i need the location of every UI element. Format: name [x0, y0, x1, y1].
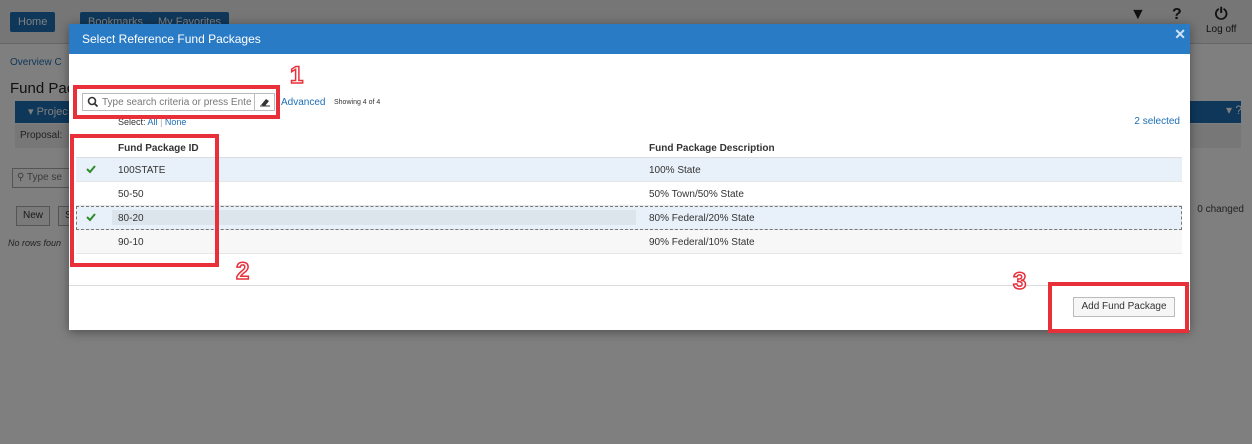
column-header-description[interactable]: Fund Package Description — [649, 143, 775, 154]
table-row[interactable]: 80-20 80% Federal/20% State — [76, 206, 1182, 230]
dialog-title: Select Reference Fund Packages — [82, 32, 261, 46]
fund-package-description: 90% Federal/10% State — [649, 237, 755, 248]
advanced-search-link[interactable]: Advanced — [281, 97, 325, 108]
annotation-box-2 — [70, 134, 219, 267]
table-row[interactable]: 90-10 90% Federal/10% State — [76, 230, 1182, 254]
fund-package-description: 100% State — [649, 165, 701, 176]
fund-package-description: 80% Federal/20% State — [649, 213, 755, 224]
annotation-number-1: 1 — [289, 61, 304, 90]
annotation-number-3: 3 — [1012, 267, 1027, 296]
fund-package-grid: Fund Package ID Fund Package Description… — [76, 136, 1182, 254]
annotation-number-2: 2 — [235, 257, 250, 286]
annotation-box-3 — [1048, 282, 1189, 333]
close-icon[interactable]: ✕ — [1174, 26, 1186, 43]
table-row[interactable]: 100STATE 100% State — [76, 158, 1182, 182]
dialog-header: Select Reference Fund Packages ✕ — [69, 24, 1190, 54]
grid-header-row: Fund Package ID Fund Package Description — [76, 136, 1182, 158]
selected-count[interactable]: 2 selected — [1134, 116, 1180, 127]
annotation-box-1 — [73, 85, 280, 119]
table-row[interactable]: 50-50 50% Town/50% State — [76, 182, 1182, 206]
showing-count: Showing 4 of 4 — [334, 99, 381, 106]
fund-package-description: 50% Town/50% State — [649, 189, 744, 200]
